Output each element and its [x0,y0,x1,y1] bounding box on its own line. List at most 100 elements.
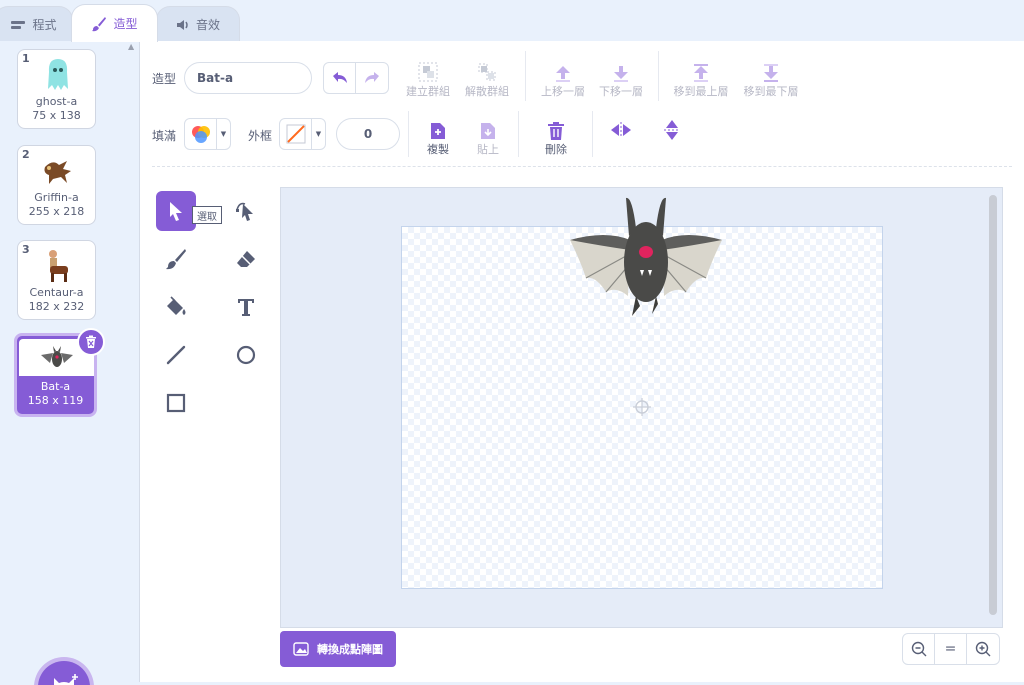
group-button[interactable]: 建立群組 [402,57,454,99]
costume-number: 1 [22,52,30,65]
costume-name: ghost-a [35,95,78,108]
backward-icon [614,66,628,82]
reshape-tool[interactable] [226,191,266,231]
select-tooltip: 選取 [192,206,222,224]
back-icon [764,64,778,82]
outline-color-picker[interactable]: ▼ [279,118,326,150]
outline-label: 外框 [248,129,273,143]
line-tool[interactable] [156,335,196,375]
paste-label: 貼上 [477,143,499,156]
undo-button[interactable] [324,63,357,93]
zoom-in-icon [975,641,991,657]
zoom-out-button[interactable] [903,634,935,664]
chevron-down-icon: ▼ [220,130,227,138]
zoom-in-button[interactable] [967,634,999,664]
group-icon [418,62,438,82]
rectangle-icon [166,393,186,413]
convert-label: 轉換成點陣圖 [317,643,383,656]
costume-size: 158 x 119 [27,394,84,407]
costume-item-griffin[interactable]: 2 Griffin-a 255 x 218 [17,145,96,225]
paste-button[interactable]: 貼上 [468,115,508,157]
crosshair-icon [633,398,651,416]
brush-tool[interactable] [156,239,196,279]
divider [518,111,519,157]
zoom-controls: = [902,633,1000,665]
forward-label: 上移一層 [541,85,585,98]
centaur-thumbnail [38,247,78,285]
delete-button[interactable]: 刪除 [536,115,576,157]
code-icon [11,20,26,29]
arrow-cursor-icon [170,202,182,221]
delete-costume-button[interactable] [77,328,105,356]
front-label: 移到最上層 [673,85,729,98]
zoom-out-icon [911,641,926,657]
tab-sounds[interactable]: 音效 [156,6,240,42]
costume-name: Griffin-a [34,191,79,204]
brush-icon [166,249,186,270]
speaker-icon [176,19,188,30]
front-icon [694,64,708,82]
chevron-down-icon: ▼ [315,130,322,138]
tab-code[interactable]: 程式 [0,6,73,42]
copy-label: 複製 [427,143,449,156]
outline-width-input[interactable]: 0 [336,118,400,150]
fill-tool[interactable] [156,287,196,327]
line-icon [166,345,186,365]
select-tool[interactable] [156,191,196,231]
rectangle-tool[interactable] [156,383,196,423]
paint-bucket-icon [167,296,186,315]
drawing-canvas[interactable] [280,187,1003,628]
costume-size: 75 x 138 [32,109,81,122]
circle-tool[interactable] [226,335,266,375]
reshape-icon [236,202,253,221]
copy-button[interactable]: 複製 [418,115,458,157]
costume-size: 255 x 218 [28,205,85,218]
delete-label: 刪除 [545,143,567,156]
flip-vertical-icon [664,120,680,140]
costume-name-input[interactable]: Bat-a [184,62,312,94]
tab-code-label: 程式 [32,18,57,32]
forward-button[interactable]: 上移一層 [536,57,590,99]
redo-button[interactable] [356,63,388,93]
back-button[interactable]: 移到最下層 [738,57,804,99]
costume-name: Centaur-a [29,286,84,299]
canvas-scrollbar[interactable] [989,195,997,615]
ungroup-label: 解散群組 [465,85,509,98]
color-mix-icon [191,126,210,143]
no-color-icon [286,124,305,144]
redo-icon [365,72,379,83]
eraser-tool[interactable] [226,239,266,279]
divider [525,51,526,101]
paste-icon [481,123,495,139]
bat-costume-image[interactable] [566,196,726,321]
add-costume-button[interactable] [38,661,90,685]
tab-costumes[interactable]: 造型 [71,4,158,42]
costume-name-label: 造型 [152,72,177,86]
costume-item-ghost[interactable]: 1 ghost-a 75 x 138 [17,49,96,129]
backward-button[interactable]: 下移一層 [594,57,648,99]
scroll-up-arrow-icon[interactable]: ▲ [128,42,134,51]
text-icon [238,299,254,316]
costume-name: Bat-a [40,380,71,393]
tab-sounds-label: 音效 [195,18,220,32]
costume-list-scrollbar[interactable] [128,41,138,682]
costume-number: 2 [22,148,30,161]
editor-tabs: 程式 造型 音效 [0,0,1024,42]
fill-color-picker[interactable]: ▼ [184,118,231,150]
group-label: 建立群組 [406,85,450,98]
convert-to-bitmap-button[interactable]: 轉換成點陣圖 [280,631,396,667]
ungroup-button[interactable]: 解散群組 [459,57,515,99]
eraser-icon [237,251,255,267]
costume-number: 3 [22,243,30,256]
brush-icon [92,16,107,31]
flip-horizontal-button[interactable] [606,115,636,145]
costume-item-centaur[interactable]: 3 Centaur-a 182 x 232 [17,240,96,320]
undo-redo-group [323,62,389,94]
text-tool[interactable] [226,287,266,327]
front-button[interactable]: 移到最上層 [668,57,734,99]
griffin-thumbnail [38,152,78,190]
flip-vertical-button[interactable] [657,115,687,145]
trash-icon [86,335,96,348]
image-icon [293,642,309,656]
zoom-reset-button[interactable]: = [935,634,967,664]
